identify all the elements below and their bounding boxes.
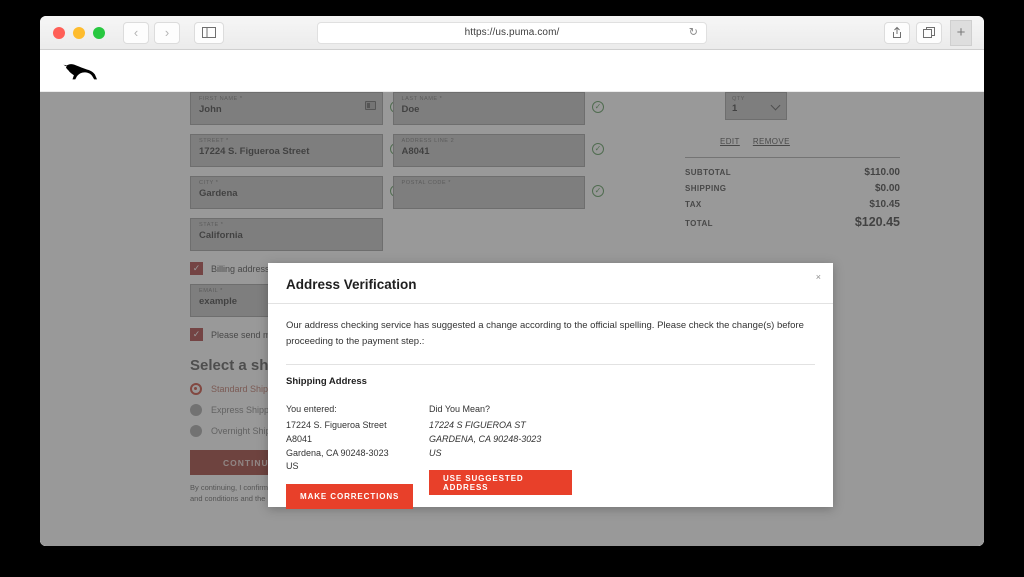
forward-icon[interactable]: ›	[154, 21, 180, 44]
address-verification-modal: Address Verification × Our address check…	[268, 263, 833, 510]
suggested-line: 17224 S FIGUEROA ST	[429, 419, 526, 430]
suggested-line: GARDENA, CA 90248-3023	[429, 433, 542, 444]
maximize-window-button[interactable]	[93, 26, 105, 39]
close-window-button[interactable]	[53, 26, 65, 39]
navigation-buttons: ‹ ›	[123, 21, 180, 44]
puma-logo[interactable]	[62, 59, 104, 83]
suggested-heading: Did You Mean?	[429, 403, 491, 414]
entered-line: US	[286, 461, 299, 472]
minimize-window-button[interactable]	[73, 26, 85, 39]
close-icon[interactable]: ×	[816, 273, 821, 282]
checkout-content: FIRST NAME * John ✓ LAST NAME * Doe ✓	[40, 92, 984, 546]
address-bar[interactable]: https://us.puma.com/ ↻	[317, 21, 707, 44]
modal-body: Our address checking service has suggest…	[268, 304, 833, 510]
site-header	[40, 50, 984, 92]
modal-title: Address Verification	[286, 277, 417, 292]
suggested-line: US	[429, 447, 442, 458]
make-corrections-button[interactable]: MAKE CORRECTIONS	[286, 484, 414, 510]
reload-icon[interactable]: ↻	[689, 27, 698, 38]
entered-line: 17224 S. Figueroa Street	[286, 419, 387, 430]
web-page: FIRST NAME * John ✓ LAST NAME * Doe ✓	[40, 50, 984, 546]
address-comparison: You entered: 17224 S. Figueroa Street A8…	[286, 404, 815, 510]
new-tab-button[interactable]: +	[950, 19, 972, 46]
entered-line: Gardena, CA 90248-3023	[286, 447, 389, 458]
modal-divider	[286, 363, 815, 365]
suggested-address-column: Did You Mean? 17224 S FIGUEROA ST GARDEN…	[429, 404, 572, 510]
toolbar-right: +	[884, 19, 972, 46]
entered-line: A8041	[286, 433, 313, 444]
sidebar-toggle-icon[interactable]	[194, 21, 224, 44]
back-icon[interactable]: ‹	[123, 21, 149, 44]
browser-window: ‹ › https://us.puma.com/ ↻ + Address Ver…	[40, 16, 984, 546]
modal-header: Address Verification ×	[268, 263, 833, 304]
modal-description: Our address checking service has suggest…	[286, 320, 804, 348]
url-text: https://us.puma.com/	[464, 27, 560, 38]
entered-heading: You entered:	[286, 403, 337, 414]
entered-address-column: You entered: 17224 S. Figueroa Street A8…	[286, 404, 429, 510]
browser-toolbar: ‹ › https://us.puma.com/ ↻ +	[40, 16, 984, 50]
window-controls	[53, 26, 105, 39]
shipping-address-title: Shipping Address	[286, 375, 367, 387]
share-icon[interactable]	[884, 21, 910, 44]
show-tabs-icon[interactable]	[916, 21, 942, 44]
use-suggested-address-button[interactable]: USE SUGGESTED ADDRESS	[429, 470, 572, 496]
